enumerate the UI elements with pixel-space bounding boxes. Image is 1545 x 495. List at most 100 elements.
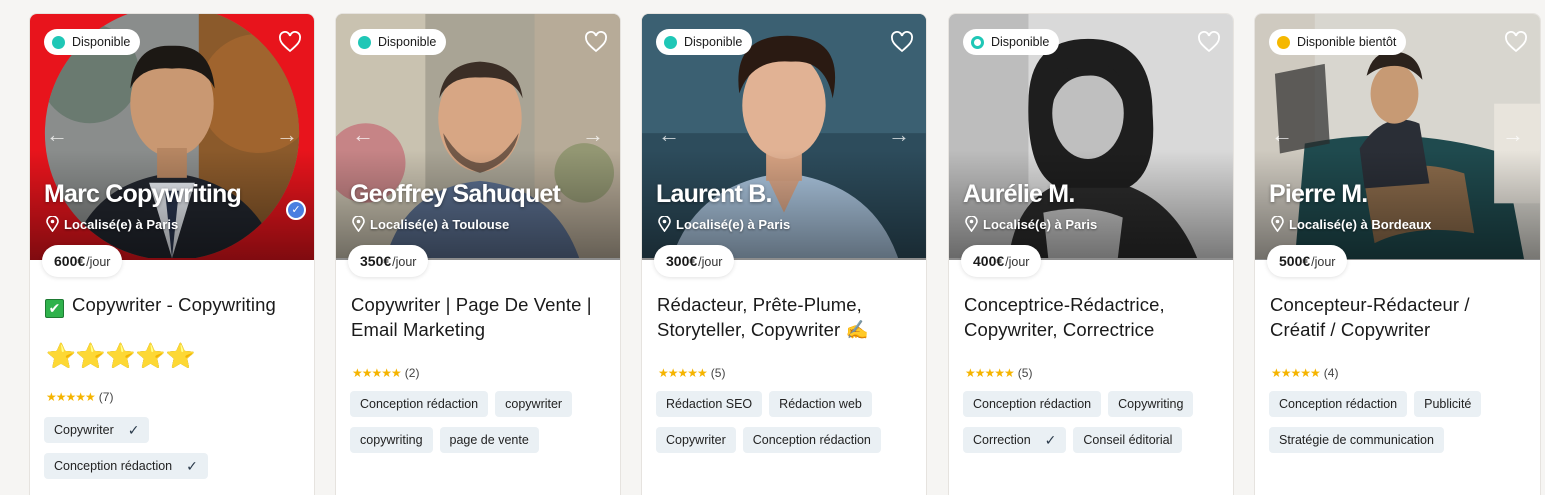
rating: ★★★★★ (2) (352, 366, 419, 380)
rating-stars-icon: ★★★★★ (658, 366, 708, 380)
freelancer-name[interactable]: Aurélie M. (963, 180, 1075, 209)
location: Localisé(e) à Paris (658, 216, 790, 232)
location: Localisé(e) à Paris (46, 216, 178, 232)
arrow-right-icon[interactable]: → (888, 124, 910, 146)
skill-tag[interactable]: Conception rédaction (963, 391, 1102, 417)
arrow-right-icon[interactable]: → (276, 124, 298, 146)
map-pin-icon (46, 216, 59, 232)
rating-stars-icon: ★★★★★ (965, 366, 1015, 380)
availability-label: Disponible (991, 35, 1050, 49)
heart-outline-icon[interactable] (278, 31, 302, 53)
rating-stars-icon: ★★★★★ (46, 390, 96, 404)
title-stars-emoji: ⭐⭐⭐⭐⭐ (46, 343, 196, 371)
availability-dot-icon (971, 35, 984, 49)
availability-badge: Disponible (350, 29, 447, 55)
profile-photo[interactable]: Disponible ← → Laurent B. Localisé(e) à … (642, 14, 926, 260)
skill-tag[interactable]: Copywriter (656, 427, 736, 453)
daily-rate: 500€/jour (1267, 245, 1348, 277)
price-unit: /jour (698, 255, 723, 269)
map-pin-icon (965, 216, 978, 232)
profile-title[interactable]: Concepteur-Rédacteur / Créatif / Copywri… (1270, 292, 1530, 342)
skill-tags: Copywriter ✓ Conception rédaction ✓ (44, 417, 306, 479)
freelancer-card[interactable]: Disponible ← → Laurent B. Localisé(e) à … (641, 13, 927, 495)
freelancer-name[interactable]: Geoffrey Sahuquet (350, 180, 561, 209)
availability-dot-icon (358, 35, 371, 49)
heart-outline-icon[interactable] (584, 31, 608, 53)
location: Localisé(e) à Bordeaux (1271, 216, 1431, 232)
price-unit: /jour (1005, 255, 1030, 269)
skill-tag[interactable]: Publicité (1414, 391, 1482, 417)
daily-rate: 350€/jour (348, 245, 429, 277)
freelancer-name[interactable]: Pierre M. (1269, 180, 1368, 209)
price-unit: /jour (86, 255, 111, 269)
skill-tag[interactable]: Conception rédaction ✓ (44, 453, 208, 479)
profile-title-text: Copywriter - Copywriting (72, 294, 276, 315)
freelancer-card[interactable]: Disponible Aurélie M. Localisé(e) à Pari… (948, 13, 1234, 495)
map-pin-icon (352, 216, 365, 232)
availability-badge: Disponible bientôt (1269, 29, 1407, 55)
freelancer-card[interactable]: Disponible ← → Geoffrey Sahuquet Localis… (335, 13, 621, 495)
map-pin-icon (658, 216, 671, 232)
review-count: (2) (404, 366, 420, 380)
heart-outline-icon[interactable] (1504, 31, 1528, 53)
skill-tag[interactable]: copywriting (350, 427, 433, 453)
check-icon: ✓ (127, 422, 140, 438)
availability-dot-icon (664, 35, 677, 49)
skill-tags: Rédaction SEO Rédaction web Copywriter C… (656, 391, 918, 453)
availability-badge: Disponible (656, 29, 753, 55)
heart-outline-icon[interactable] (890, 31, 914, 53)
skill-tag[interactable]: Rédaction SEO (656, 391, 763, 417)
arrow-right-icon[interactable]: → (1502, 124, 1524, 146)
rating: ★★★★★ (4) (1271, 366, 1338, 380)
check-icon: ✓ (1044, 432, 1057, 448)
profile-photo[interactable]: Disponible bientôt ← → Pierre M. Localis… (1255, 14, 1540, 260)
freelancer-card[interactable]: Disponible bientôt ← → Pierre M. Localis… (1254, 13, 1541, 495)
price-unit: /jour (392, 255, 417, 269)
freelancer-card[interactable]: Disponible ← → Marc Copywriting Localisé… (29, 13, 315, 495)
skill-tag[interactable]: Copywriter ✓ (44, 417, 150, 443)
arrow-left-icon[interactable]: ← (1271, 124, 1293, 146)
price-unit: /jour (1311, 255, 1336, 269)
skill-tag[interactable]: Stratégie de communication (1269, 427, 1444, 453)
skill-tag[interactable]: Correction ✓ (963, 427, 1067, 453)
availability-label: Disponible (72, 35, 131, 49)
skill-tag[interactable]: Conseil éditorial (1073, 427, 1183, 453)
arrow-left-icon[interactable]: ← (352, 124, 374, 146)
daily-rate: 300€/jour (654, 245, 735, 277)
profile-photo[interactable]: Disponible ← → Geoffrey Sahuquet Localis… (336, 14, 620, 260)
location: Localisé(e) à Toulouse (352, 216, 509, 232)
verified-check-icon: ✓ (286, 200, 306, 220)
price-value: 400€ (973, 253, 1005, 269)
arrow-left-icon[interactable]: ← (658, 124, 680, 146)
profile-photo[interactable]: Disponible Aurélie M. Localisé(e) à Pari… (949, 14, 1233, 260)
check-mark-emoji-icon: ✔ (45, 299, 64, 318)
availability-badge: Disponible (44, 29, 141, 55)
profile-photo[interactable]: Disponible ← → Marc Copywriting Localisé… (30, 14, 314, 260)
location-label: Localisé(e) à Paris (676, 216, 791, 232)
skill-tag[interactable]: Conception rédaction (1269, 391, 1408, 417)
profile-title[interactable]: Conceptrice-Rédactrice, Copywriter, Corr… (964, 292, 1224, 342)
profile-title[interactable]: ✔ Copywriter - Copywriting (45, 292, 305, 318)
profile-title[interactable]: Rédacteur, Prête-Plume, Storyteller, Cop… (657, 292, 917, 342)
skill-tag[interactable]: Rédaction web (769, 391, 872, 417)
skill-tags: Conception rédaction Copywriting Correct… (963, 391, 1225, 453)
profile-title[interactable]: Copywriter | Page De Vente | Email Marke… (351, 292, 611, 342)
check-icon: ✓ (186, 458, 198, 474)
availability-label: Disponible (684, 35, 743, 49)
daily-rate: 600€/jour (42, 245, 123, 277)
availability-label: Disponible (378, 35, 437, 49)
skill-tag[interactable]: page de vente (439, 427, 539, 453)
location: Localisé(e) à Paris (965, 216, 1097, 232)
skill-tag[interactable]: Conception rédaction (742, 427, 881, 453)
skill-tag[interactable]: Copywriting (1108, 391, 1194, 417)
arrow-left-icon[interactable]: ← (46, 124, 68, 146)
heart-outline-icon[interactable] (1197, 31, 1221, 53)
skill-tag[interactable]: Conception rédaction (350, 391, 489, 417)
arrow-right-icon[interactable]: → (582, 124, 604, 146)
availability-badge: Disponible (963, 29, 1060, 55)
freelancer-name[interactable]: Marc Copywriting (44, 180, 242, 209)
freelancer-name[interactable]: Laurent B. (656, 180, 772, 209)
skill-tag[interactable]: copywriter (495, 391, 573, 417)
rating-stars-icon: ★★★★★ (352, 366, 402, 380)
availability-label: Disponible bientôt (1297, 35, 1397, 49)
